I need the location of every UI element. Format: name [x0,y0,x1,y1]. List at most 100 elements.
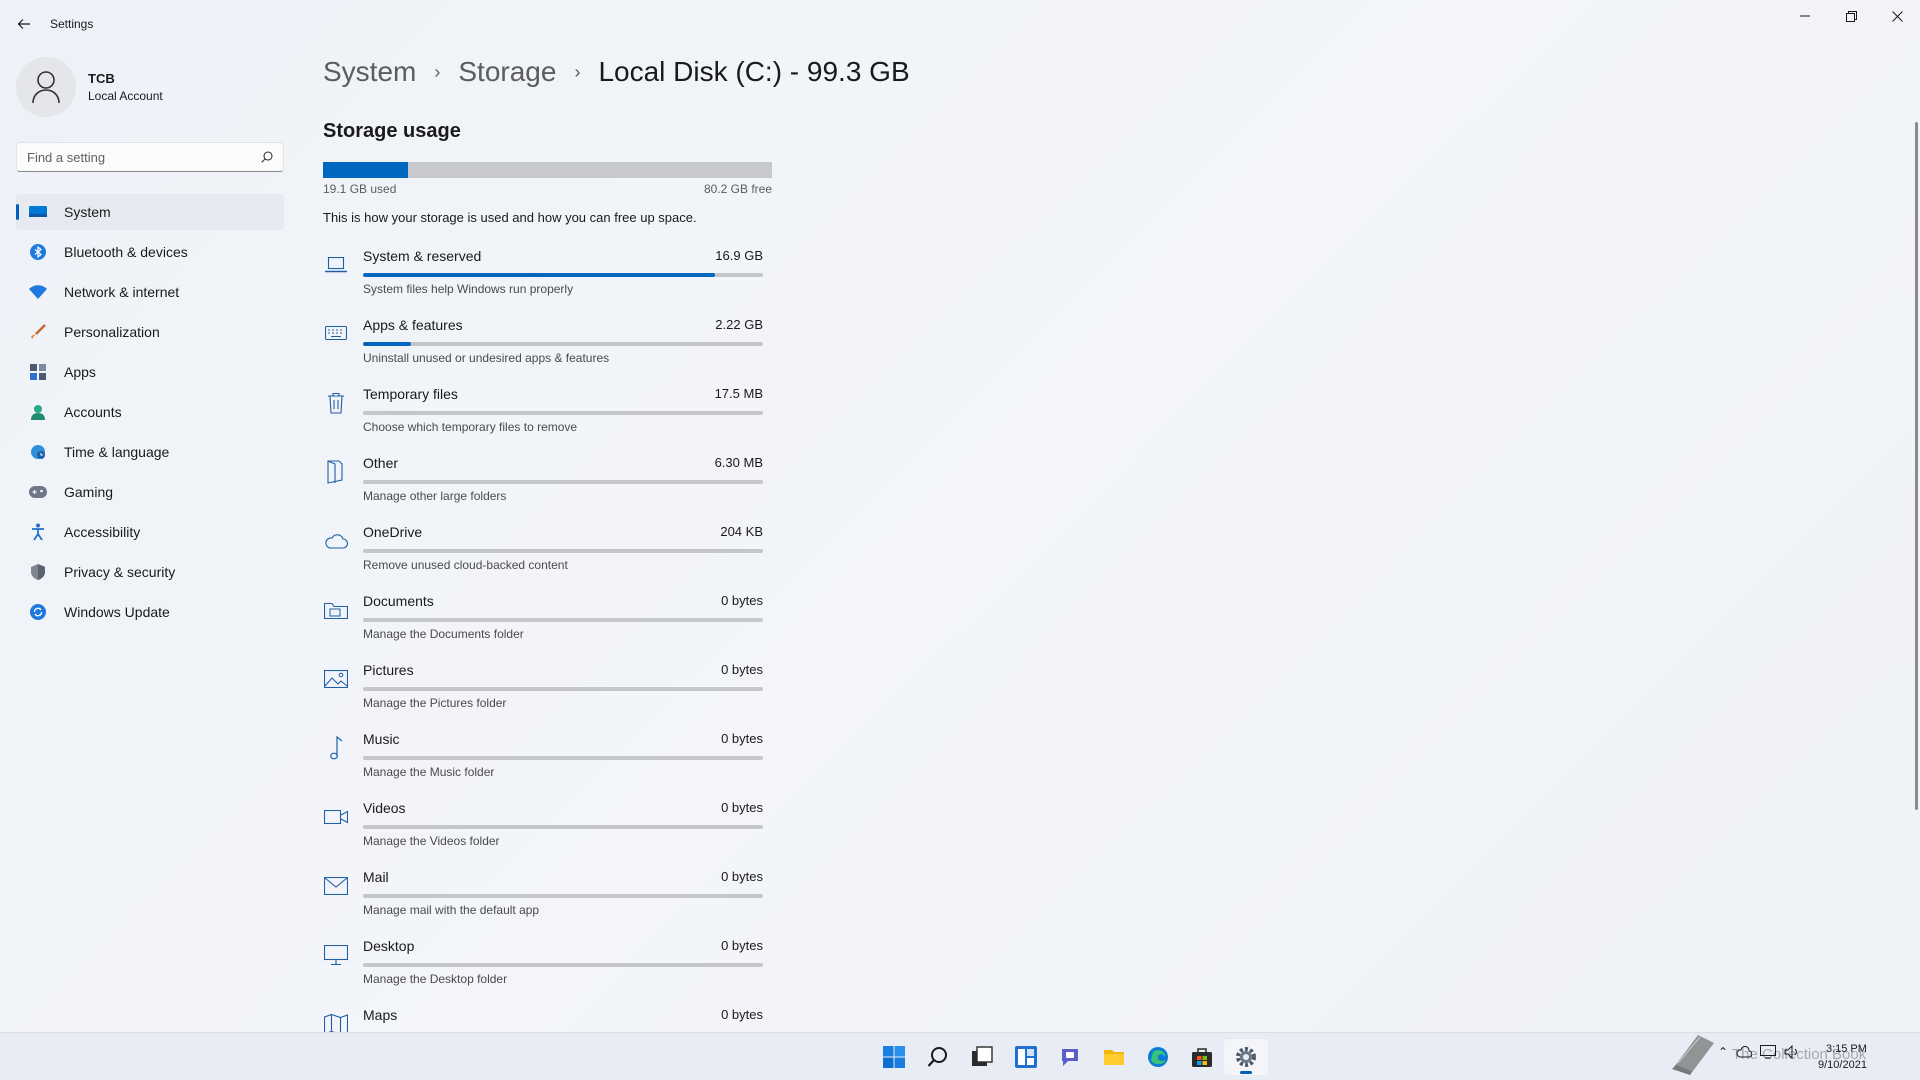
category-usage-bar [363,687,763,691]
start-button[interactable] [872,1039,916,1075]
minimize-icon [1800,15,1810,17]
category-description: Manage the Documents folder [363,627,524,641]
taskbar-clock[interactable]: 3:15 PM 9/10/2021 [1818,1041,1867,1073]
category-name: Music [363,731,400,747]
minimize-button[interactable] [1782,0,1828,32]
chat-icon [1062,1049,1078,1066]
cloud-icon [323,528,349,554]
category-size: 0 bytes [721,869,763,884]
sidebar-item-personalization[interactable]: Personalization [16,314,284,350]
breadcrumb-storage[interactable]: Storage [458,56,556,88]
system-tray: ⌃ [1718,1045,1800,1059]
sidebar-item-accounts[interactable]: Accounts [16,394,284,430]
app-title: Settings [50,17,94,31]
folder-open-icon [323,459,349,485]
volume-icon[interactable] [1784,1045,1800,1059]
category-temporary-files[interactable]: Temporary files 17.5 MB Choose which tem… [323,374,763,443]
category-size: 204 KB [720,524,763,539]
category-description: Remove unused cloud-backed content [363,558,568,572]
widgets-button[interactable] [1004,1039,1048,1075]
monitor-icon [28,202,48,222]
store-icon [1192,1048,1212,1067]
widgets-icon [1015,1046,1037,1068]
documents-icon [323,597,349,623]
category-description: Uninstall unused or undesired apps & fea… [363,351,610,365]
category-videos[interactable]: Videos 0 bytes Manage the Videos folder [323,788,763,857]
settings-button[interactable] [1224,1039,1268,1075]
sidebar-item-privacy[interactable]: Privacy & security [16,554,284,590]
profile-name: TCB [88,71,115,86]
cloud-icon[interactable] [1736,1046,1753,1058]
category-description: Manage the Pictures folder [363,696,507,710]
category-usage-bar [363,480,763,484]
category-music[interactable]: Music 0 bytes Manage the Music folder [323,719,763,788]
chat-button[interactable] [1048,1039,1092,1075]
category-apps-features[interactable]: Apps & features 2.22 GB Uninstall unused… [323,305,763,374]
category-mail[interactable]: Mail 0 bytes Manage mail with the defaul… [323,857,763,926]
category-pictures[interactable]: Pictures 0 bytes Manage the Pictures fol… [323,650,763,719]
sidebar-item-time-language[interactable]: Time & language [16,434,284,470]
back-arrow-icon [17,19,30,29]
search-box[interactable] [16,142,284,172]
sidebar-item-label: Apps [64,364,96,380]
taskbar-search-button[interactable] [916,1039,960,1075]
search-icon [927,1047,947,1067]
search-input[interactable] [27,149,261,165]
chevron-right-icon: › [574,61,581,82]
taskbar-apps [872,1039,1268,1075]
user-profile[interactable]: TCB Local Account [16,57,163,117]
category-usage-bar [363,342,763,346]
settings-icon [1236,1047,1256,1067]
sidebar-item-accessibility[interactable]: Accessibility [16,514,284,550]
category-description: Choose which temporary files to remove [363,420,578,434]
scrollbar[interactable] [1915,122,1918,810]
task-view-button[interactable] [960,1039,1004,1075]
category-usage-bar [363,756,763,760]
storage-category-list: System & reserved 16.9 GB System files h… [323,236,763,1035]
sidebar-item-label: Accessibility [64,524,141,540]
sidebar-item-network[interactable]: Network & internet [16,274,284,310]
used-label: 19.1 GB used [323,182,397,196]
category-maps[interactable]: Maps 0 bytes [323,995,763,1035]
sidebar-item-bluetooth[interactable]: Bluetooth & devices [16,234,284,270]
shield-icon [28,562,48,582]
file-explorer-button[interactable] [1092,1039,1136,1075]
sidebar-item-label: Bluetooth & devices [64,244,188,260]
category-name: Pictures [363,662,414,678]
category-usage-bar [363,411,763,415]
breadcrumb-system[interactable]: System [323,56,416,88]
category-onedrive[interactable]: OneDrive 204 KB Remove unused cloud-back… [323,512,763,581]
sidebar-item-system[interactable]: System [16,194,284,230]
book-watermark-icon [1672,1035,1714,1075]
sidebar-item-label: Windows Update [64,604,170,620]
chevron-up-icon[interactable]: ⌃ [1718,1045,1728,1059]
avatar [16,57,76,117]
back-button[interactable] [10,10,38,38]
store-button[interactable] [1180,1039,1224,1075]
sidebar-item-apps[interactable]: Apps [16,354,284,390]
image-icon [323,666,349,692]
sidebar-item-label: Gaming [64,484,114,500]
taskbar: The Collection Book ⌃ 3:15 PM 9/10/2021 [0,1032,1920,1080]
category-usage-bar [363,618,763,622]
profile-account-type: Local Account [88,89,163,103]
category-desktop[interactable]: Desktop 0 bytes Manage the Desktop folde… [323,926,763,995]
edge-button[interactable] [1136,1039,1180,1075]
category-documents[interactable]: Documents 0 bytes Manage the Documents f… [323,581,763,650]
category-size: 0 bytes [721,731,763,746]
category-system-reserved[interactable]: System & reserved 16.9 GB System files h… [323,236,763,305]
network-icon[interactable] [1760,1045,1777,1059]
category-description: Manage the Videos folder [363,834,500,848]
category-other[interactable]: Other 6.30 MB Manage other large folders [323,443,763,512]
sidebar-item-windows-update[interactable]: Windows Update [16,594,284,630]
close-button[interactable] [1874,0,1920,32]
sidebar-item-gaming[interactable]: Gaming [16,474,284,510]
category-usage-bar [363,894,763,898]
search-icon [261,151,273,163]
apps-icon [28,362,48,382]
start-icon [883,1046,905,1068]
restore-button[interactable] [1828,0,1874,32]
category-name: OneDrive [363,524,423,540]
mail-icon [323,873,349,899]
category-name: Temporary files [363,386,458,402]
